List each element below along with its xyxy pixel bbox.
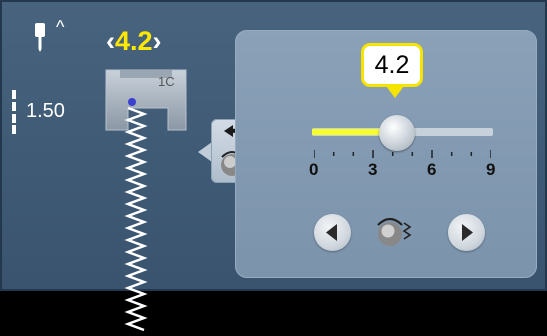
needle-icon (35, 23, 45, 52)
tick-label-3: 3 (368, 160, 378, 179)
slider-value-bubble: 4.2 (361, 43, 423, 87)
screen: ^ ‹4.2› 1.50 1C 4.2 0 3 6 9 (0, 0, 547, 332)
tick-label-9: 9 (486, 160, 496, 179)
slider-knob[interactable] (378, 115, 415, 151)
increase-width-button[interactable] (448, 214, 485, 251)
button-pointer (198, 142, 212, 162)
width-value: 4.2 (115, 26, 153, 56)
arrow-right-icon (462, 224, 473, 241)
stitch-length-icon (12, 90, 16, 134)
tick-label-0: 0 (309, 160, 319, 179)
slider-ticks (314, 150, 491, 158)
svg-text:1C: 1C (158, 74, 175, 89)
stitch-width-dial-icon (377, 217, 412, 246)
arrow-left-icon (326, 224, 337, 241)
width-right-bracket: › (152, 26, 162, 56)
decrease-width-button[interactable] (314, 214, 351, 251)
stitch-length-value: 1.50 (26, 100, 65, 122)
stitch-width-readout: ‹4.2› (106, 26, 162, 56)
width-left-bracket: ‹ (106, 26, 115, 56)
presser-foot-graphic: 1C (105, 69, 187, 332)
bubble-tail (386, 86, 404, 98)
tick-label-6: 6 (427, 160, 437, 179)
caret-up-icon: ^ (56, 17, 65, 37)
